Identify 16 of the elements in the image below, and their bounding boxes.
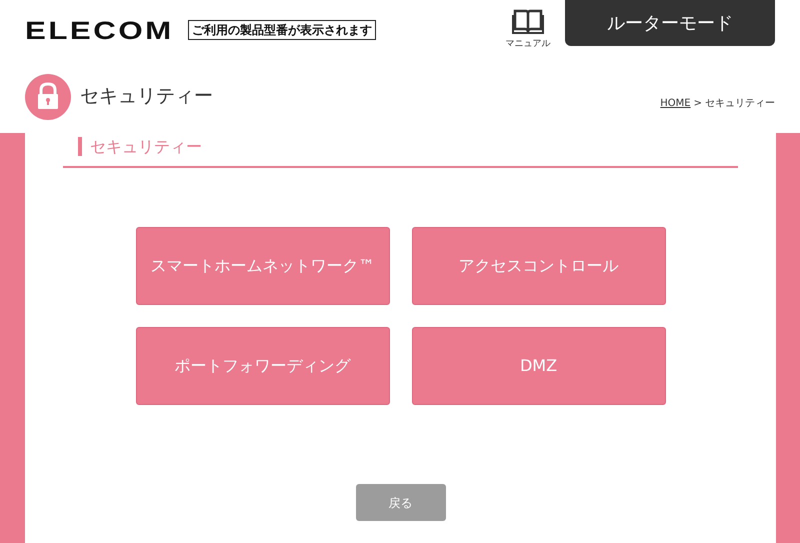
menu-button[interactable]: DMZ	[412, 327, 666, 405]
menu-button[interactable]: スマートホームネットワーク™	[136, 227, 390, 305]
breadcrumb-separator: >	[694, 97, 702, 111]
home-link[interactable]: HOME	[660, 96, 691, 111]
lock-icon	[25, 74, 71, 120]
back-button[interactable]: 戻る	[356, 484, 446, 521]
model-label: ご利用の製品型番が表示されます	[188, 20, 376, 40]
logo: ELECOM	[25, 18, 174, 44]
menu-button[interactable]: アクセスコントロール	[412, 227, 666, 305]
section-heading: セキュリティー	[78, 137, 202, 156]
menu-button[interactable]: ポートフォワーディング	[136, 327, 390, 405]
manual-link[interactable]: マニュアル	[503, 8, 553, 60]
page-title: セキュリティー	[80, 84, 213, 110]
book-icon	[512, 8, 544, 34]
breadcrumb-current: セキュリティー	[705, 97, 775, 111]
mode-label: ルーターモード	[565, 0, 775, 46]
